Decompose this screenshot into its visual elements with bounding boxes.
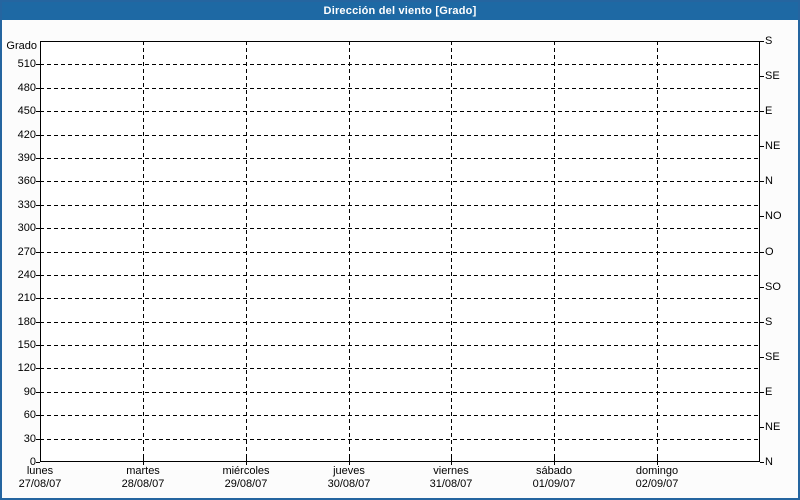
x-axis-day-label: lunes 27/08/07 — [2, 465, 92, 491]
y-axis-tick-label: 60 — [23, 409, 36, 421]
plot-border — [40, 41, 760, 462]
day-name: jueves — [333, 465, 365, 477]
day-date: 01/09/07 — [532, 478, 576, 490]
x-axis-day-label: miércoles 29/08/07 — [194, 465, 298, 491]
x-axis-day-label: viernes 31/08/07 — [399, 465, 503, 491]
y-axis-tick-label: 180 — [17, 316, 36, 328]
x-axis-day-label: martes 28/08/07 — [91, 465, 195, 491]
day-name: martes — [126, 465, 160, 477]
day-name: miércoles — [222, 465, 270, 477]
day-name: sábado — [535, 465, 573, 477]
y-axis-tick-label: 300 — [17, 222, 36, 234]
y-axis-tick-label: 240 — [17, 269, 36, 281]
day-date: 31/08/07 — [429, 478, 473, 490]
y-axis-tick-label: 270 — [17, 246, 36, 258]
y-axis-tick-label: 390 — [17, 152, 36, 164]
day-date: 02/09/07 — [635, 478, 679, 490]
compass-tick-label: S — [765, 316, 773, 328]
compass-tick-label: NE — [765, 421, 781, 433]
chart-title: Dirección del viento [Grado] — [323, 5, 477, 17]
x-axis-day-label: jueves 30/08/07 — [297, 465, 401, 491]
day-name: domingo — [635, 465, 679, 477]
compass-tick-label: SE — [765, 351, 780, 363]
y-axis-tick-label: 510 — [17, 58, 36, 70]
y-axis-tick-label: 210 — [17, 292, 36, 304]
x-axis-day-label: sábado 01/09/07 — [502, 465, 606, 491]
day-date: 29/08/07 — [224, 478, 268, 490]
day-name: lunes — [26, 465, 54, 477]
compass-tick-label: S — [765, 35, 773, 47]
compass-tick-label: NE — [765, 140, 781, 152]
y-axis-tick-label: 90 — [23, 386, 36, 398]
y-axis-tick-label: 450 — [17, 105, 36, 117]
compass-tick-label: SE — [765, 70, 780, 82]
y-axis-title: Grado — [6, 40, 37, 52]
x-axis-day-label: domingo 02/09/07 — [605, 465, 709, 491]
compass-tick-label: O — [765, 246, 774, 258]
y-axis-tick-label: 120 — [17, 362, 36, 374]
day-date: 28/08/07 — [121, 478, 165, 490]
compass-tick-label: NO — [765, 210, 782, 222]
y-axis-tick-label: 330 — [17, 199, 36, 211]
y-axis-tick-label: 420 — [17, 129, 36, 141]
day-date: 30/08/07 — [327, 478, 371, 490]
compass-tick-label: E — [765, 105, 773, 117]
y-axis-tick-label: 480 — [17, 82, 36, 94]
compass-tick-label: N — [765, 456, 773, 468]
plot-grid-svg — [36, 41, 764, 465]
y-axis-tick-label: 150 — [17, 339, 36, 351]
day-name: viernes — [433, 465, 469, 477]
chart-title-bar: Dirección del viento [Grado] — [2, 2, 798, 20]
compass-tick-label: E — [765, 386, 773, 398]
compass-tick-label: SO — [765, 281, 781, 293]
day-date: 27/08/07 — [18, 478, 62, 490]
y-axis-tick-label: 30 — [23, 433, 36, 445]
y-axis-tick-label: 360 — [17, 175, 36, 187]
compass-tick-label: N — [765, 175, 773, 187]
chart-window: Dirección del viento [Grado] Grado 0 30 60… — [0, 0, 800, 500]
